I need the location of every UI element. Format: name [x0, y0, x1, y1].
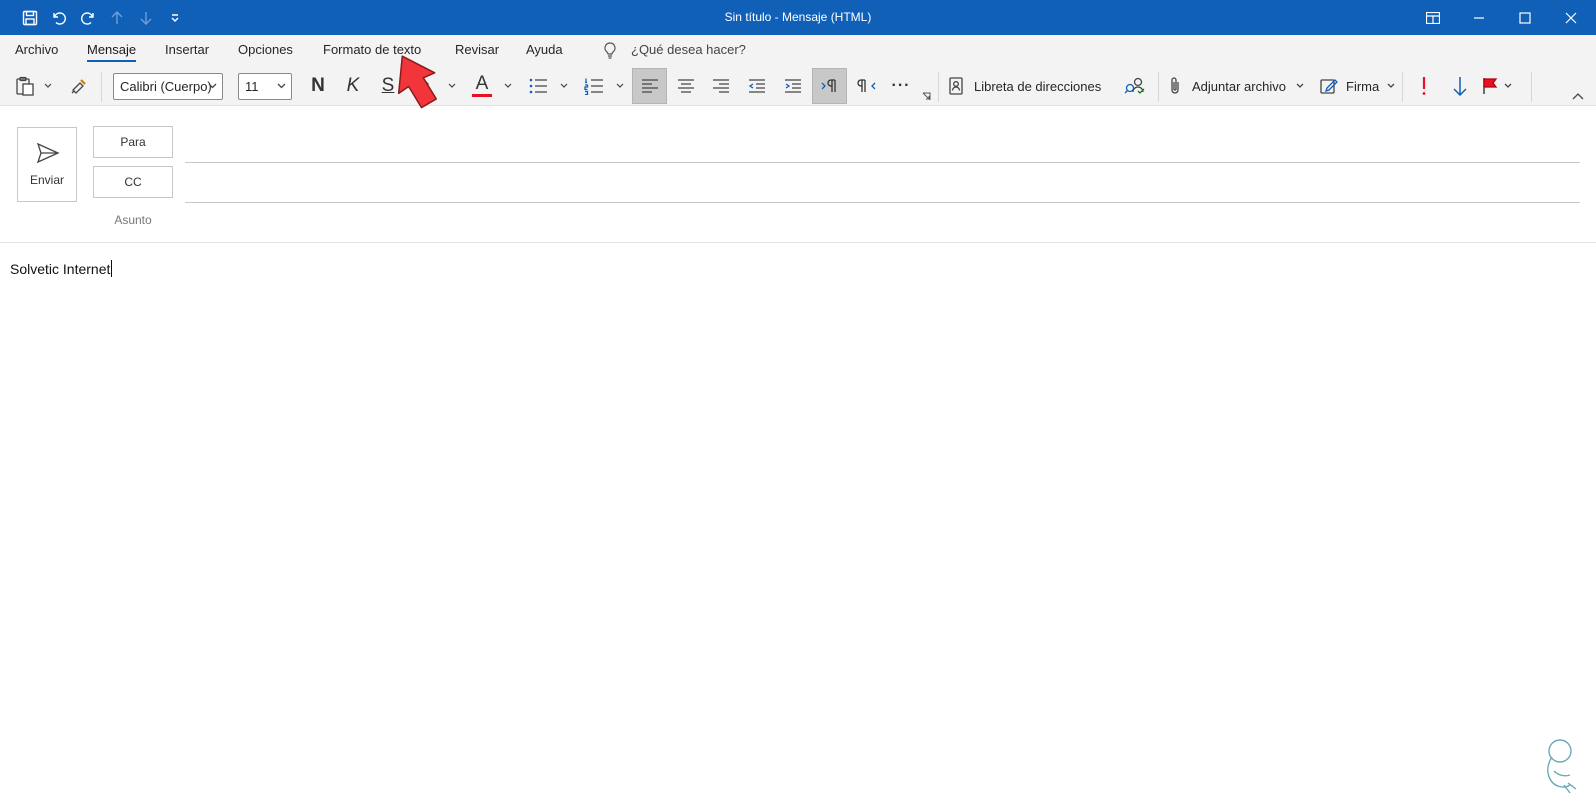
tab-insertar[interactable]: Insertar: [165, 42, 209, 62]
send-button[interactable]: Enviar: [17, 127, 77, 202]
italic-button[interactable]: K: [339, 66, 367, 106]
address-book-icon: [949, 77, 963, 95]
up-arrow-icon[interactable]: [105, 0, 129, 35]
separator: [1158, 72, 1159, 102]
title-bar: Sin título - Mensaje (HTML): [0, 0, 1596, 35]
to-field[interactable]: [185, 162, 1580, 163]
send-label: Enviar: [29, 173, 64, 187]
chevron-down-icon[interactable]: [504, 83, 512, 89]
red-pointer-arrow: [397, 55, 437, 109]
decrease-indent-button[interactable]: [742, 66, 772, 106]
rtl-button[interactable]: [852, 66, 882, 106]
signature-button[interactable]: Firma: [1320, 66, 1400, 106]
separator: [1402, 72, 1403, 102]
tell-me-search[interactable]: ¿Qué desea hacer?: [631, 42, 746, 57]
more-label: ···: [891, 77, 911, 94]
chevron-down-icon[interactable]: [560, 83, 568, 89]
signature-icon: [1320, 79, 1338, 94]
subject-label: Asunto: [114, 213, 152, 227]
tab-opciones[interactable]: Opciones: [238, 42, 293, 62]
high-importance-button[interactable]: [1410, 66, 1438, 106]
align-center-button[interactable]: [671, 66, 701, 106]
font-name-value: Calibri (Cuerpo): [120, 79, 212, 94]
font-size-select[interactable]: 11: [238, 73, 292, 100]
font-name-select[interactable]: Calibri (Cuerpo): [113, 73, 223, 100]
cc-button[interactable]: CC: [93, 166, 173, 198]
chevron-down-icon: [1296, 83, 1304, 88]
chevron-down-icon: [1504, 83, 1512, 88]
message-body-text: Solvetic Internet: [10, 261, 111, 277]
align-left-button[interactable]: [632, 68, 667, 104]
ltr-button[interactable]: [812, 68, 847, 104]
message-body[interactable]: Solvetic Internet: [10, 260, 113, 277]
italic-label: K: [346, 75, 360, 96]
bold-button[interactable]: N: [304, 66, 332, 106]
save-icon[interactable]: [18, 0, 42, 35]
down-arrow-icon[interactable]: [134, 0, 158, 35]
bold-label: N: [311, 75, 325, 96]
address-book-button[interactable]: Libreta de direcciones: [948, 66, 1118, 106]
send-icon: [36, 142, 60, 164]
font-color-letter: A: [475, 73, 489, 94]
low-importance-button[interactable]: [1446, 66, 1474, 106]
paperclip-icon: [1171, 77, 1179, 94]
window-title-wrap: Sin título - Mensaje (HTML): [0, 0, 1596, 35]
collapse-ribbon-icon[interactable]: [1572, 92, 1584, 100]
down-arrow-blue-icon: [1453, 77, 1467, 96]
exclamation-icon: [1422, 77, 1426, 95]
chevron-down-icon: [1387, 83, 1395, 88]
bullets-icon[interactable]: [524, 66, 552, 106]
chevron-down-icon[interactable]: [44, 83, 52, 89]
ribbon-tabs: Archivo Mensaje Insertar Opciones Format…: [0, 35, 1596, 66]
ribbon-toolbar: Calibri (Cuerpo) 11 N K S A ··· Libreta …: [0, 66, 1596, 106]
tab-archivo[interactable]: Archivo: [15, 42, 58, 62]
tab-revisar[interactable]: Revisar: [455, 42, 499, 62]
separator: [938, 72, 939, 102]
address-book-label: Libreta de direcciones: [974, 78, 1102, 94]
dialog-launcher-icon[interactable]: [922, 92, 931, 101]
follow-up-button[interactable]: [1482, 66, 1522, 106]
increase-indent-button[interactable]: [778, 66, 808, 106]
text-caret: [111, 260, 113, 277]
tab-mensaje[interactable]: Mensaje: [87, 42, 137, 62]
paste-icon[interactable]: [12, 66, 38, 106]
close-button[interactable]: [1548, 0, 1594, 35]
check-names-icon[interactable]: [1120, 66, 1150, 106]
minimize-button[interactable]: [1456, 0, 1502, 35]
signature-label: Firma: [1346, 78, 1380, 94]
attach-file-button[interactable]: Adjuntar archivo: [1168, 66, 1308, 106]
lightbulb-icon: [603, 42, 617, 62]
cc-field[interactable]: [185, 202, 1580, 203]
separator: [1531, 72, 1532, 102]
redo-icon[interactable]: [76, 0, 100, 35]
layout-icon[interactable]: [1410, 0, 1456, 35]
format-painter-icon[interactable]: [66, 66, 92, 106]
tab-ayuda[interactable]: Ayuda: [526, 42, 563, 62]
customize-icon[interactable]: [163, 0, 187, 35]
to-button[interactable]: Para: [93, 126, 173, 158]
font-color-swatch: [472, 94, 492, 97]
subject-divider: [0, 242, 1596, 243]
more-options-button[interactable]: ···: [887, 66, 915, 106]
numbering-icon[interactable]: [580, 66, 608, 106]
flag-icon: [1483, 78, 1498, 94]
maximize-button[interactable]: [1502, 0, 1548, 35]
chevron-down-icon[interactable]: [616, 83, 624, 89]
font-size-value: 11: [245, 79, 259, 94]
watermark-logo: [1547, 739, 1577, 794]
window-title: Sin título - Mensaje (HTML): [724, 10, 872, 24]
align-right-button[interactable]: [706, 66, 736, 106]
font-color-button[interactable]: A: [467, 66, 497, 106]
undo-icon[interactable]: [47, 0, 71, 35]
separator: [101, 72, 102, 102]
attach-file-label: Adjuntar archivo: [1192, 78, 1286, 94]
